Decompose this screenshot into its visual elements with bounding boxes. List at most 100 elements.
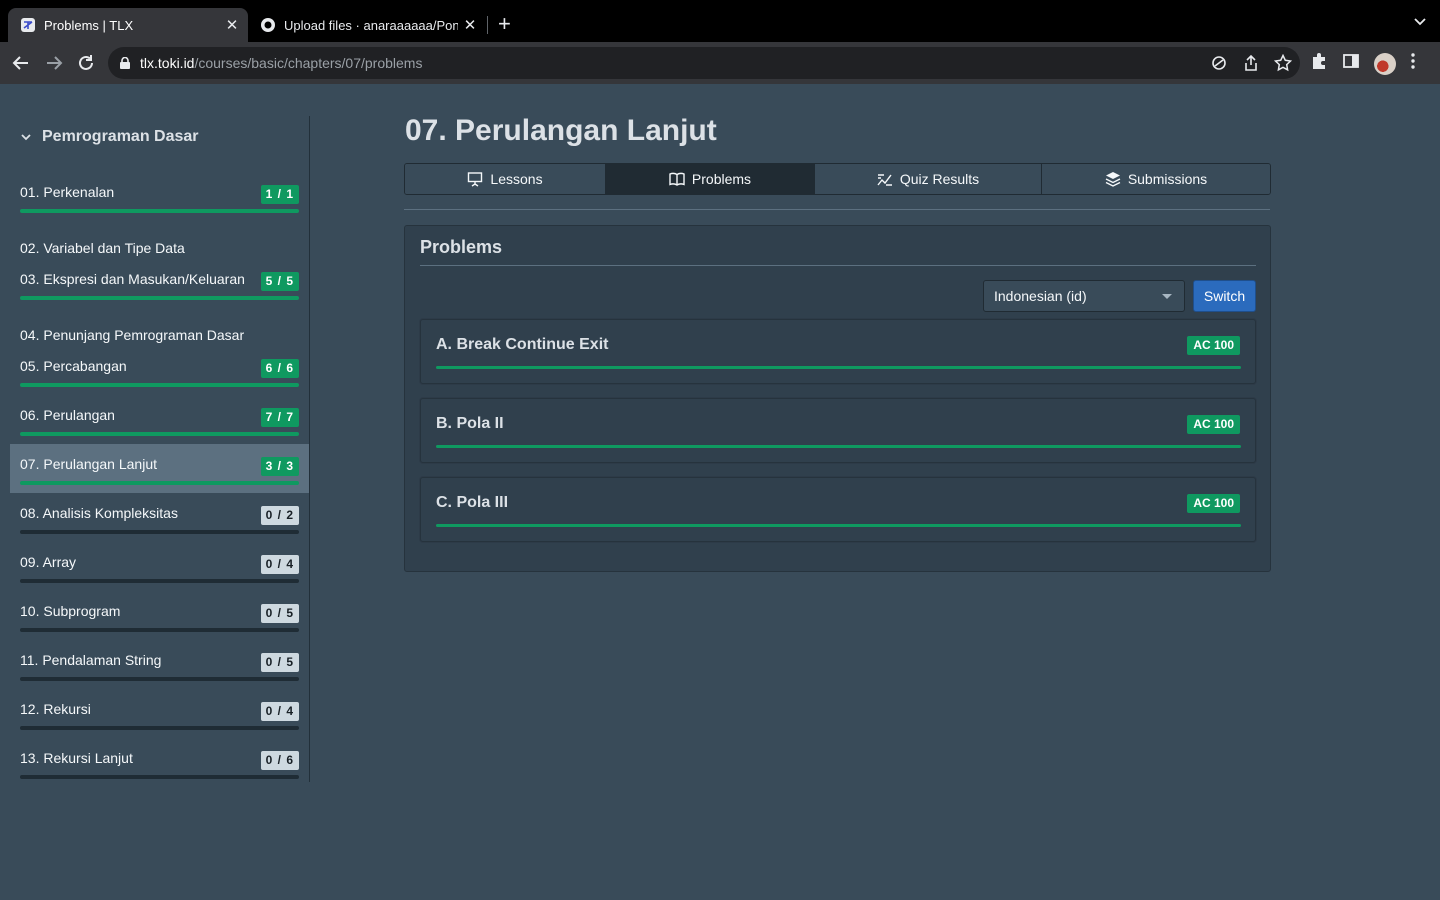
chapter-progress-bar xyxy=(20,726,299,730)
url-path: /courses/basic/chapters/07/problems xyxy=(194,55,423,71)
verdict-badge: AC 100 xyxy=(1187,494,1240,513)
reload-icon[interactable] xyxy=(75,52,97,74)
address-bar[interactable]: tlx.toki.id/courses/basic/chapters/07/pr… xyxy=(108,47,1300,79)
tab-search-chevron-icon[interactable] xyxy=(1414,14,1426,32)
chapter-label: 01. Perkenalan xyxy=(20,184,115,200)
chapter-progress-fill xyxy=(20,296,299,300)
tab-lessons-label: Lessons xyxy=(490,171,543,187)
tab-lessons[interactable]: Lessons xyxy=(405,164,606,194)
sidebar-chapter-item[interactable]: 09. Array 0 / 4 xyxy=(10,542,309,591)
chapter-progress-fill xyxy=(20,383,299,387)
extensions-puzzle-icon[interactable] xyxy=(1310,52,1328,75)
chapter-progress-badge: 0 / 5 xyxy=(260,653,299,672)
chapter-progress-badge: 0 / 4 xyxy=(260,702,299,721)
browser-tab-title: Problems | TLX xyxy=(44,17,134,33)
browser-tab-active[interactable]: Problems | TLX ✕ xyxy=(8,8,248,42)
browser-tab-bar: Problems | TLX ✕ Upload files · anaraaaa… xyxy=(0,0,1440,42)
sidebar-chapter-item[interactable]: 12. Rekursi 0 / 4 xyxy=(10,689,309,738)
switch-button[interactable]: Switch xyxy=(1193,280,1256,312)
close-tab-icon[interactable]: ✕ xyxy=(458,16,482,34)
chapter-progress-badge: 5 / 5 xyxy=(260,272,299,291)
sidebar-chapter-item[interactable]: 05. Percabangan 6 / 6 xyxy=(10,346,309,395)
problem-progress-bar xyxy=(436,524,1241,527)
chapter-progress-badge: 0 / 5 xyxy=(260,604,299,623)
problem-progress-bar xyxy=(436,445,1241,448)
problem-progress-fill xyxy=(436,366,1241,369)
chapter-progress-fill xyxy=(20,432,299,436)
chapter-tabs: Lessons Problems Quiz Results Submission… xyxy=(404,163,1271,195)
tab-quiz-results[interactable]: Quiz Results xyxy=(815,164,1042,194)
book-icon xyxy=(669,172,685,186)
chapter-label: 09. Array xyxy=(20,554,77,570)
tab-problems[interactable]: Problems xyxy=(606,164,815,194)
back-arrow-icon[interactable] xyxy=(10,52,32,74)
tlx-favicon-icon xyxy=(20,17,36,33)
chapter-progress-bar xyxy=(20,775,299,779)
side-panel-icon[interactable] xyxy=(1342,52,1360,75)
language-select[interactable]: Indonesian (id) xyxy=(983,280,1185,312)
content-divider xyxy=(404,209,1270,210)
problem-progress-bar xyxy=(436,366,1241,369)
sidebar-chapter-item[interactable]: 01. Perkenalan 1 / 1 xyxy=(10,172,309,221)
verdict-badge: AC 100 xyxy=(1187,336,1240,355)
profile-avatar[interactable] xyxy=(1374,52,1396,75)
browser-tab-inactive[interactable]: Upload files · anaraaaaaa/Pond ✕ xyxy=(248,8,486,42)
problem-name[interactable]: B. Pola II xyxy=(436,415,504,433)
chapter-label: 04. Penunjang Pemrograman Dasar xyxy=(20,327,245,343)
problem-progress-fill xyxy=(436,445,1241,448)
page-title: 07. Perulangan Lanjut xyxy=(405,114,717,147)
course-title-label: Pemrograman Dasar xyxy=(42,128,199,145)
chapter-label: 11. Pendalaman String xyxy=(20,652,162,668)
chapter-label: 06. Perulangan xyxy=(20,407,115,423)
chapter-label: 12. Rekursi xyxy=(20,701,91,717)
problems-card-title: Problems xyxy=(420,237,503,257)
problem-item[interactable]: B. Pola II AC 100 xyxy=(420,398,1256,463)
chapter-progress-badge: 3 / 3 xyxy=(260,457,299,476)
chapter-progress-badge: 0 / 2 xyxy=(260,506,299,525)
sidebar-chapter-item[interactable]: 10. Subprogram 0 / 5 xyxy=(10,591,309,640)
layers-icon xyxy=(1105,172,1121,187)
chapter-progress-badge: 1 / 1 xyxy=(260,185,299,204)
problem-name[interactable]: A. Break Continue Exit xyxy=(436,336,608,354)
chapter-progress-badge: 6 / 6 xyxy=(260,359,299,378)
tab-problems-label: Problems xyxy=(691,171,752,187)
sidebar-chapter-item[interactable]: 08. Analisis Kompleksitas 0 / 2 xyxy=(10,493,309,542)
chapter-label: 05. Percabangan xyxy=(20,358,127,374)
sidebar-chapter-item[interactable]: 11. Pendalaman String 0 / 5 xyxy=(10,640,309,689)
card-divider xyxy=(420,265,1256,266)
chapter-sidebar: Pemrograman Dasar 01. Perkenalan 1 / 1 02.… xyxy=(10,116,310,782)
github-icon xyxy=(260,17,276,33)
chapter-progress-bar xyxy=(20,530,299,534)
course-title[interactable]: Pemrograman Dasar xyxy=(20,128,199,146)
problem-name[interactable]: C. Pola III xyxy=(436,494,508,512)
close-tab-icon[interactable]: ✕ xyxy=(220,16,244,34)
bookmark-star-icon[interactable] xyxy=(1273,53,1293,77)
sidebar-chapter-item[interactable]: 03. Ekspresi dan Masukan/Keluaran 5 / 5 xyxy=(10,259,309,308)
browser-menu-icon[interactable] xyxy=(1410,52,1416,75)
chapter-label: 02. Variabel dan Tipe Data xyxy=(20,240,185,256)
new-tab-icon[interactable]: + xyxy=(498,12,511,36)
chapter-progress-bar xyxy=(20,628,299,632)
sidebar-chapter-item[interactable]: 06. Perulangan 7 / 7 xyxy=(10,395,309,444)
tab-submissions[interactable]: Submissions xyxy=(1042,164,1270,194)
browser-tab-title: Upload files · anaraaaaaa/Pond xyxy=(284,17,458,33)
chapter-progress-badge: 7 / 7 xyxy=(260,408,299,427)
tab-quiz-results-label: Quiz Results xyxy=(899,171,980,187)
url-text: tlx.toki.id/courses/basic/chapters/07/pr… xyxy=(140,55,422,71)
lock-icon xyxy=(120,57,130,69)
problem-item[interactable]: A. Break Continue Exit AC 100 xyxy=(420,319,1256,384)
forward-arrow-icon[interactable] xyxy=(43,52,65,74)
chapter-progress-bar xyxy=(20,432,299,436)
page-content: Pemrograman Dasar 01. Perkenalan 1 / 1 02.… xyxy=(0,84,1440,900)
problem-item[interactable]: C. Pola III AC 100 xyxy=(420,477,1256,542)
sidebar-chapter-item[interactable]: 07. Perulangan Lanjut 3 / 3 xyxy=(10,444,309,493)
chapter-progress-bar xyxy=(20,383,299,387)
sidebar-chapter-item[interactable]: 13. Rekursi Lanjut 0 / 6 xyxy=(10,738,309,787)
cast-icon[interactable] xyxy=(1210,54,1228,77)
tab-submissions-label: Submissions xyxy=(1127,171,1208,187)
share-icon[interactable] xyxy=(1242,54,1260,77)
chapter-progress-bar xyxy=(20,579,299,583)
chevron-down-icon[interactable] xyxy=(20,131,32,143)
presentation-icon xyxy=(468,172,483,187)
caret-down-icon xyxy=(1162,294,1172,299)
